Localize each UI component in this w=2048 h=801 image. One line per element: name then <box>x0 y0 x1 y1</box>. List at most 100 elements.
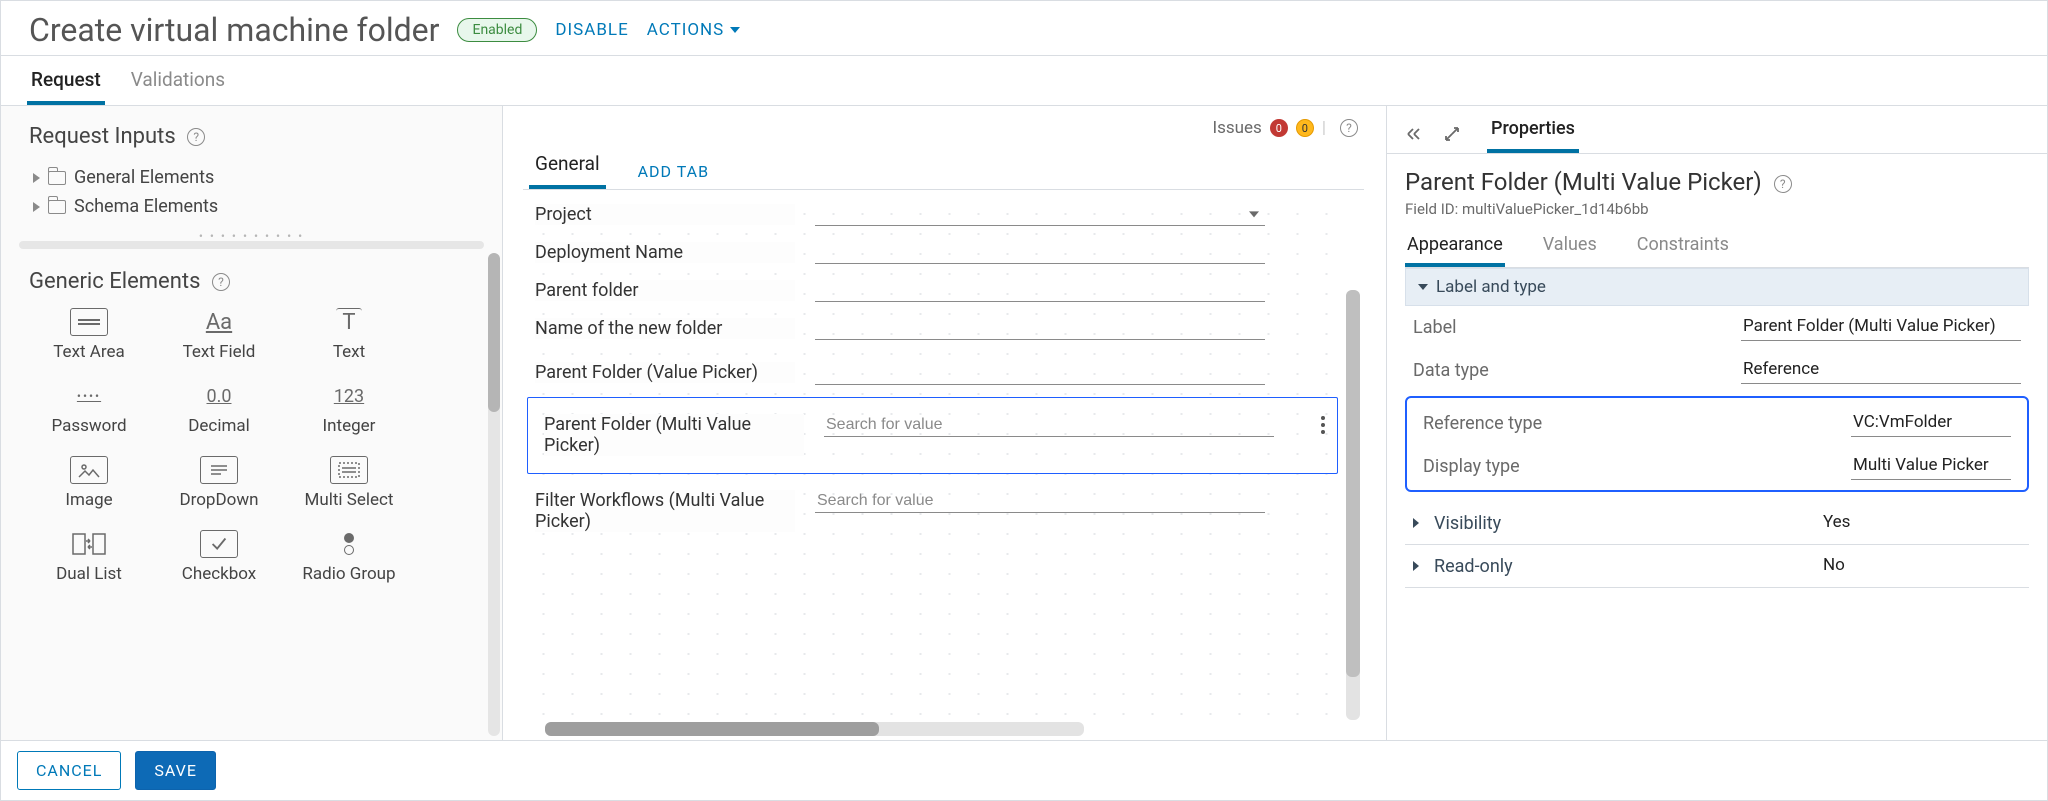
help-icon[interactable]: ? <box>1774 175 1792 193</box>
actions-dropdown[interactable]: ACTIONS <box>647 20 741 40</box>
accordion-readonly[interactable]: Read-only No <box>1405 545 2029 587</box>
form-row-multi-value-picker-selected[interactable]: Parent Folder (Multi Value Picker) <box>527 397 1338 474</box>
scrollbar-vertical[interactable] <box>1346 290 1360 720</box>
palette-decimal[interactable]: 0.0 Decimal <box>159 382 279 436</box>
deployment-name-input[interactable] <box>815 241 1265 264</box>
palette-label: Text Field <box>183 342 256 362</box>
divider: | <box>1322 118 1326 138</box>
generic-elements-title-text: Generic Elements <box>29 269 200 294</box>
palette-label: Text Area <box>53 342 125 362</box>
help-icon[interactable]: ? <box>212 273 230 291</box>
palette-text-area[interactable]: Text Area <box>29 308 149 362</box>
value-picker-input[interactable] <box>815 362 1265 385</box>
form-row-new-folder-name[interactable]: Name of the new folder <box>527 314 1338 343</box>
palette-dual-list[interactable]: Dual List <box>29 530 149 584</box>
canvas-panel: Issues 0 0 | ? General ADD TAB Project D… <box>503 106 1387 740</box>
issues-error-badge[interactable]: 0 <box>1270 119 1288 137</box>
form-row-filter-workflows[interactable]: Filter Workflows (Multi Value Picker) <box>527 480 1338 535</box>
prop-display-type: Display type Multi Value Picker <box>1415 445 2019 488</box>
body-columns: Request Inputs ? General Elements Schema… <box>1 106 2047 740</box>
prop-value-input[interactable]: Reference <box>1741 357 2021 384</box>
text-field-icon: Aa <box>200 308 238 336</box>
add-tab-button[interactable]: ADD TAB <box>636 154 711 189</box>
dropdown-icon <box>200 456 238 484</box>
filter-workflows-input[interactable] <box>815 490 1265 513</box>
prop-key: Data type <box>1413 360 1489 381</box>
properties-title-text: Parent Folder (Multi Value Picker) <box>1405 168 1762 196</box>
palette-label: Text <box>333 342 365 362</box>
generic-elements-title: Generic Elements ? <box>29 269 482 294</box>
disable-button[interactable]: DISABLE <box>555 20 628 40</box>
field-label: Deployment Name <box>535 242 795 263</box>
multiselect-icon <box>330 456 368 484</box>
prop-key: Display type <box>1423 456 1520 477</box>
chevron-right-icon <box>1413 561 1424 571</box>
accordion-label-and-type[interactable]: Label and type <box>1405 268 2029 306</box>
prop-value-input[interactable]: Multi Value Picker <box>1851 453 2011 480</box>
help-icon[interactable]: ? <box>1340 119 1358 137</box>
accordion-visibility[interactable]: Visibility Yes <box>1405 502 2029 544</box>
tab-constraints[interactable]: Constraints <box>1635 230 1731 267</box>
scrollbar-horizontal[interactable] <box>545 722 1084 736</box>
generic-elements-section: Generic Elements ? Text Area Aa Text Fie… <box>1 249 502 740</box>
top-tabs: Request Validations <box>1 56 2047 106</box>
resize-handle[interactable]: • • • • • • • • • • <box>1 231 502 241</box>
prop-value-input[interactable]: VC:VmFolder <box>1851 410 2011 437</box>
help-icon[interactable]: ? <box>187 128 205 146</box>
palette-text-field[interactable]: Aa Text Field <box>159 308 279 362</box>
tab-appearance[interactable]: Appearance <box>1405 230 1505 267</box>
palette-integer[interactable]: 123 Integer <box>289 382 409 436</box>
status-badge: Enabled <box>457 18 537 42</box>
issues-label: Issues <box>1213 118 1262 138</box>
chevron-right-icon <box>33 202 40 212</box>
palette-radio-group[interactable]: Radio Group <box>289 530 409 584</box>
decimal-icon: 0.0 <box>200 382 238 410</box>
scroll-track[interactable] <box>19 241 484 249</box>
palette-dropdown[interactable]: DropDown <box>159 456 279 510</box>
tree-schema-elements[interactable]: Schema Elements <box>29 192 474 221</box>
cancel-button[interactable]: CANCEL <box>17 751 121 790</box>
chevron-down-icon <box>1418 284 1428 290</box>
prop-key: Reference type <box>1423 413 1542 434</box>
palette-checkbox[interactable]: Checkbox <box>159 530 279 584</box>
save-button[interactable]: SAVE <box>135 751 216 790</box>
palette-image[interactable]: Image <box>29 456 149 510</box>
new-folder-name-input[interactable] <box>815 317 1265 340</box>
multi-value-picker-input[interactable] <box>824 414 1274 437</box>
palette-text[interactable]: T Text <box>289 308 409 362</box>
form-row-parent-folder[interactable]: Parent folder <box>527 276 1338 305</box>
tree-general-elements[interactable]: General Elements <box>29 163 474 192</box>
form-canvas[interactable]: Project Deployment Name Parent folder Na… <box>527 200 1338 720</box>
palette-password[interactable]: •••• Password <box>29 382 149 436</box>
text-icon: T <box>336 308 362 336</box>
prop-label: Label Parent Folder (Multi Value Picker) <box>1405 306 2029 349</box>
scrollbar[interactable] <box>488 253 500 736</box>
tab-request[interactable]: Request <box>27 64 105 105</box>
highlight-box: Reference type VC:VmFolder Display type … <box>1405 396 2029 492</box>
integer-icon: 123 <box>330 382 368 410</box>
issues-warning-badge[interactable]: 0 <box>1296 119 1314 137</box>
tree-label: Schema Elements <box>74 196 218 217</box>
tab-properties[interactable]: Properties <box>1487 114 1579 153</box>
prop-value-input[interactable]: Parent Folder (Multi Value Picker) <box>1741 314 2021 341</box>
collapse-icon[interactable] <box>1403 123 1425 145</box>
palette: Text Area Aa Text Field T Text •••• Pass… <box>29 308 409 584</box>
palette-label: Dual List <box>56 564 122 584</box>
duallist-icon <box>70 530 108 558</box>
expand-icon[interactable] <box>1441 123 1463 145</box>
kebab-menu-icon[interactable] <box>1321 416 1325 434</box>
parent-folder-input[interactable] <box>815 279 1265 302</box>
prop-reference-type: Reference type VC:VmFolder <box>1415 402 2019 445</box>
palette-label: Decimal <box>188 416 250 436</box>
form-row-deployment-name[interactable]: Deployment Name <box>527 238 1338 267</box>
form-row-parent-folder-value-picker[interactable]: Parent Folder (Value Picker) <box>527 352 1338 388</box>
canvas-wrap: Project Deployment Name Parent folder Na… <box>523 190 1364 740</box>
form-row-project[interactable]: Project <box>527 200 1338 229</box>
tab-values[interactable]: Values <box>1541 230 1599 267</box>
properties-panel: Properties Parent Folder (Multi Value Pi… <box>1387 106 2047 740</box>
canvas-tab-general[interactable]: General <box>529 144 606 189</box>
tab-validations[interactable]: Validations <box>127 64 229 105</box>
palette-label: Image <box>65 490 112 510</box>
palette-multi-select[interactable]: Multi Select <box>289 456 409 510</box>
project-select[interactable] <box>815 203 1265 226</box>
